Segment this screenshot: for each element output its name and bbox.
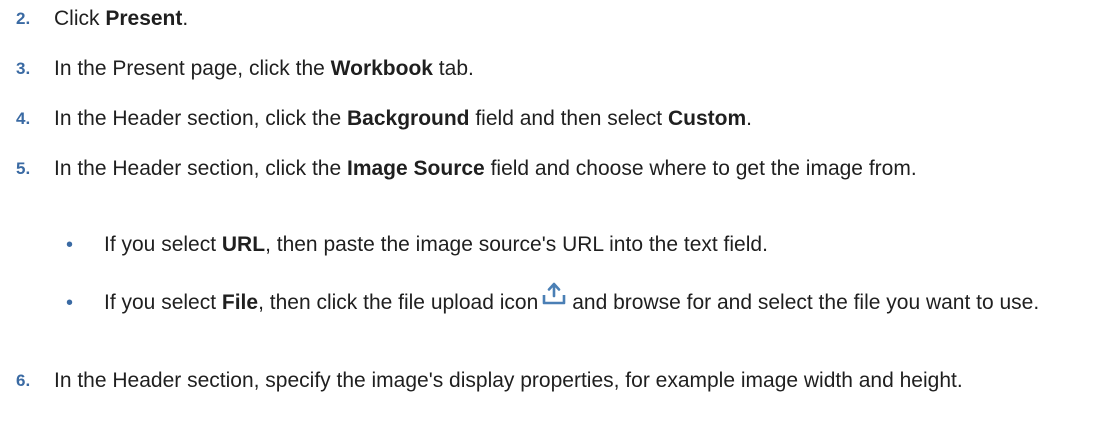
step-text-part: field and then select [469, 107, 668, 130]
bullet-text-part: , then click the file upload icon [258, 291, 539, 314]
ui-term-custom: Custom [667, 107, 747, 130]
ui-term-workbook: Workbook [330, 57, 433, 80]
step-number: 2. [16, 9, 31, 28]
bullet-text: If you select File, then click the file … [104, 282, 1110, 318]
step-number: 5. [16, 159, 31, 178]
bullet-text: If you select URL, then paste the image … [104, 230, 1110, 260]
bullet-text-part: and browse for and select the file you w… [572, 291, 1040, 314]
step-number: 6. [16, 371, 31, 390]
bullet-marker: • [66, 234, 74, 256]
step-text-part: . [746, 107, 752, 130]
document-steps: 2. Click Present. 3. In the Present page… [0, 0, 1118, 441]
step-text: In the Present page, click the Workbook … [54, 54, 1110, 84]
bullet-text-part: If you select [104, 291, 222, 314]
ui-term-image-source: Image Source [347, 157, 485, 180]
ui-term-background: Background [347, 107, 470, 130]
step-text-part: Click [54, 7, 106, 30]
step-text-part: tab. [432, 57, 474, 80]
ui-term-file: File [221, 291, 259, 314]
step-text-part: In the Header section, click the [54, 107, 347, 130]
step-number: 4. [16, 109, 31, 128]
step-text-part: field and choose where to get the image … [484, 157, 917, 180]
step-text-part: In the Header section, specify the image… [54, 369, 963, 392]
step-text-part: . [182, 7, 189, 30]
bullet-marker: • [66, 292, 74, 314]
ui-term-url: URL [221, 233, 266, 256]
step-number: 3. [16, 59, 31, 78]
bullet-text-part: , then paste the image source's URL into… [265, 233, 768, 256]
ui-term-present: Present [105, 7, 183, 30]
step-text: Click Present. [54, 4, 1110, 34]
step-text-part: In the Present page, click the [54, 57, 331, 80]
bullet-text-part: If you select [104, 233, 222, 256]
step-text: In the Header section, click the Image S… [54, 154, 1110, 184]
upload-icon [542, 282, 566, 312]
step-text-part: In the Header section, click the [54, 157, 347, 180]
step-text: In the Header section, specify the image… [54, 366, 1110, 396]
step-text: In the Header section, click the Backgro… [54, 104, 1110, 134]
